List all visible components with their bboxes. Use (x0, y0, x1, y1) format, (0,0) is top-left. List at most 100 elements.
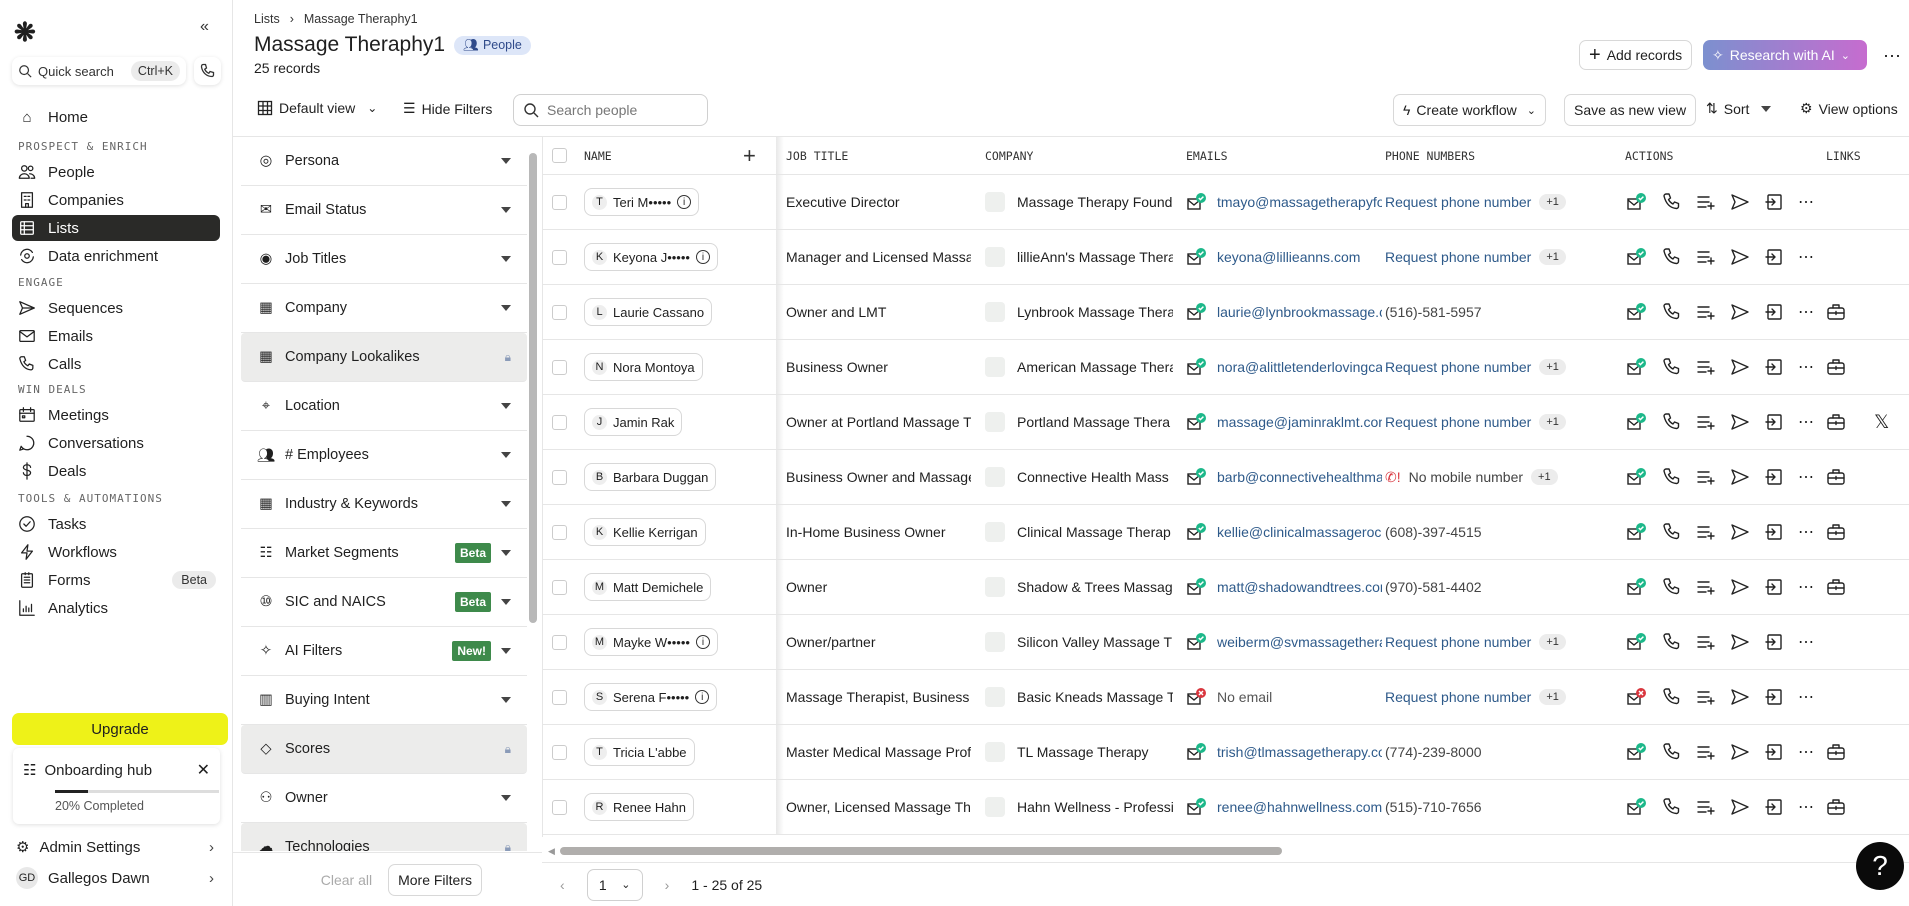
dialer-button[interactable] (194, 57, 221, 85)
user-menu-button[interactable]: GD Gallegos Dawn › (12, 867, 220, 889)
filter-email-status[interactable]: ✉ Email Status (241, 186, 527, 235)
phone-cell[interactable]: (608)-397-4515 (1385, 505, 1615, 559)
collapse-sidebar-icon[interactable]: « (200, 18, 209, 36)
contact-name-chip[interactable]: J Jamin Rak (584, 408, 683, 436)
export-to-crm-icon[interactable] (1764, 302, 1784, 322)
export-to-crm-icon[interactable] (1764, 247, 1784, 267)
export-to-crm-icon[interactable] (1764, 687, 1784, 707)
email-cell[interactable]: keyona@lillieanns.com (1186, 230, 1382, 284)
phone-cell[interactable]: ✆! No mobile number +1 (1385, 450, 1615, 504)
filter-persona[interactable]: ◎ Persona (241, 137, 527, 186)
row-checkbox[interactable] (552, 615, 568, 669)
filter-panel-scrollbar[interactable] (528, 140, 538, 852)
scroll-left-icon[interactable]: ◀ (548, 846, 555, 857)
add-to-sequence-icon[interactable] (1696, 742, 1716, 762)
add-to-sequence-icon[interactable] (1696, 302, 1716, 322)
row-checkbox[interactable] (552, 395, 568, 449)
export-to-crm-icon[interactable] (1764, 632, 1784, 652)
sidebar-item-emails[interactable]: Emails (12, 323, 220, 349)
research-with-ai-button[interactable]: ✧ Research with AI ⌄ (1703, 40, 1867, 70)
close-icon[interactable]: ✕ (197, 760, 210, 780)
additional-phones-badge[interactable]: +1 (1539, 249, 1566, 265)
phone-cell[interactable]: (970)-581-4402 (1385, 560, 1615, 614)
additional-phones-badge[interactable]: +1 (1531, 469, 1558, 485)
export-to-crm-icon[interactable] (1764, 192, 1784, 212)
filter-tech[interactable]: ☁ Technologies 🔒︎ (241, 823, 527, 851)
email-cell[interactable]: nora@alittletenderlovingcar (1186, 340, 1382, 394)
more-options-icon[interactable]: ⋯ (1883, 46, 1901, 67)
add-to-sequence-icon[interactable] (1696, 797, 1716, 817)
info-icon[interactable]: i (695, 690, 710, 704)
sidebar-item-people[interactable]: People (12, 159, 220, 185)
filter-ai[interactable]: ✧ AI Filters New! (241, 627, 527, 676)
email-cell[interactable]: matt@shadowandtrees.com (1186, 560, 1382, 614)
caret-down-icon[interactable] (501, 648, 511, 654)
send-icon[interactable] (1730, 357, 1750, 377)
linkedin-briefcase-icon[interactable] (1826, 302, 1846, 322)
add-column-icon[interactable]: + (743, 137, 756, 174)
filter-employees[interactable]: 👥︎ # Employees (241, 431, 527, 480)
contact-name-chip[interactable]: M Matt Demichele (584, 573, 712, 601)
caret-down-icon[interactable] (501, 599, 511, 605)
email-action-icon[interactable] (1626, 302, 1648, 322)
search-people-input[interactable]: Search people (513, 94, 708, 126)
linkedin-briefcase-icon[interactable] (1826, 357, 1846, 377)
sidebar-item-companies[interactable]: Companies (12, 187, 220, 213)
call-icon[interactable] (1662, 357, 1682, 377)
row-checkbox[interactable] (552, 175, 568, 229)
email-cell[interactable]: laurie@lynbrookmassage.cc (1186, 285, 1382, 339)
caret-down-icon[interactable] (501, 501, 511, 507)
contact-name-chip[interactable]: R Renee Hahn (584, 793, 694, 821)
call-icon[interactable] (1662, 687, 1682, 707)
phone-cell[interactable]: Request phone number +1 (1385, 670, 1615, 724)
filter-sic[interactable]: ⑩ SIC and NAICS Beta (241, 578, 527, 627)
company-cell[interactable]: Clinical Massage Therap (985, 505, 1173, 559)
filter-company[interactable]: ▦ Company (241, 284, 527, 333)
add-to-sequence-icon[interactable] (1696, 357, 1716, 377)
send-icon[interactable] (1730, 192, 1750, 212)
send-icon[interactable] (1730, 467, 1750, 487)
select-all-checkbox[interactable] (552, 137, 568, 174)
add-to-sequence-icon[interactable] (1696, 247, 1716, 267)
admin-settings-button[interactable]: ⚙ Admin Settings › (12, 838, 220, 857)
phone-cell[interactable]: (515)-710-7656 (1385, 780, 1615, 834)
add-records-button[interactable]: + Add records (1579, 40, 1693, 70)
email-action-icon[interactable] (1626, 192, 1648, 212)
send-icon[interactable] (1730, 247, 1750, 267)
call-icon[interactable] (1662, 742, 1682, 762)
add-to-sequence-icon[interactable] (1696, 632, 1716, 652)
filter-job-titles[interactable]: ◉ Job Titles (241, 235, 527, 284)
more-actions-icon[interactable]: ⋯ (1798, 632, 1815, 652)
email-action-icon[interactable] (1626, 247, 1648, 267)
company-cell[interactable]: Shadow & Trees Massag (985, 560, 1173, 614)
info-icon[interactable]: i (677, 195, 692, 209)
call-icon[interactable] (1662, 467, 1682, 487)
send-icon[interactable] (1730, 412, 1750, 432)
email-action-icon[interactable] (1626, 797, 1648, 817)
phone-cell[interactable]: Request phone number +1 (1385, 340, 1615, 394)
phone-cell[interactable]: (516)-581-5957 (1385, 285, 1615, 339)
row-checkbox[interactable] (552, 285, 568, 339)
email-cell[interactable]: weiberm@svmassagetherap (1186, 615, 1382, 669)
row-checkbox[interactable] (552, 560, 568, 614)
add-to-sequence-icon[interactable] (1696, 577, 1716, 597)
company-cell[interactable]: Massage Therapy Found (985, 175, 1173, 229)
call-icon[interactable] (1662, 522, 1682, 542)
x-twitter-icon[interactable]: 𝕏 (1874, 411, 1889, 433)
company-cell[interactable]: Basic Kneads Massage T (985, 670, 1173, 724)
send-icon[interactable] (1730, 687, 1750, 707)
linkedin-briefcase-icon[interactable] (1826, 577, 1846, 597)
company-cell[interactable]: Portland Massage Thera (985, 395, 1173, 449)
export-to-crm-icon[interactable] (1764, 742, 1784, 762)
info-icon[interactable]: i (695, 250, 710, 264)
more-actions-icon[interactable]: ⋯ (1798, 797, 1815, 817)
table-horizontal-scrollbar[interactable]: ◀ (548, 845, 1903, 857)
contact-name-chip[interactable]: S Serena F••••• i (584, 683, 718, 711)
contact-name-chip[interactable]: K Keyona J••••• i (584, 243, 718, 271)
row-checkbox[interactable] (552, 725, 568, 779)
email-action-icon[interactable] (1626, 632, 1648, 652)
filter-lookalikes[interactable]: ▦ Company Lookalikes 🔒︎ (241, 333, 527, 382)
upgrade-button[interactable]: Upgrade (12, 713, 228, 745)
filter-owner[interactable]: ⚇ Owner (241, 774, 527, 823)
sidebar-item-tasks[interactable]: Tasks (12, 511, 220, 537)
